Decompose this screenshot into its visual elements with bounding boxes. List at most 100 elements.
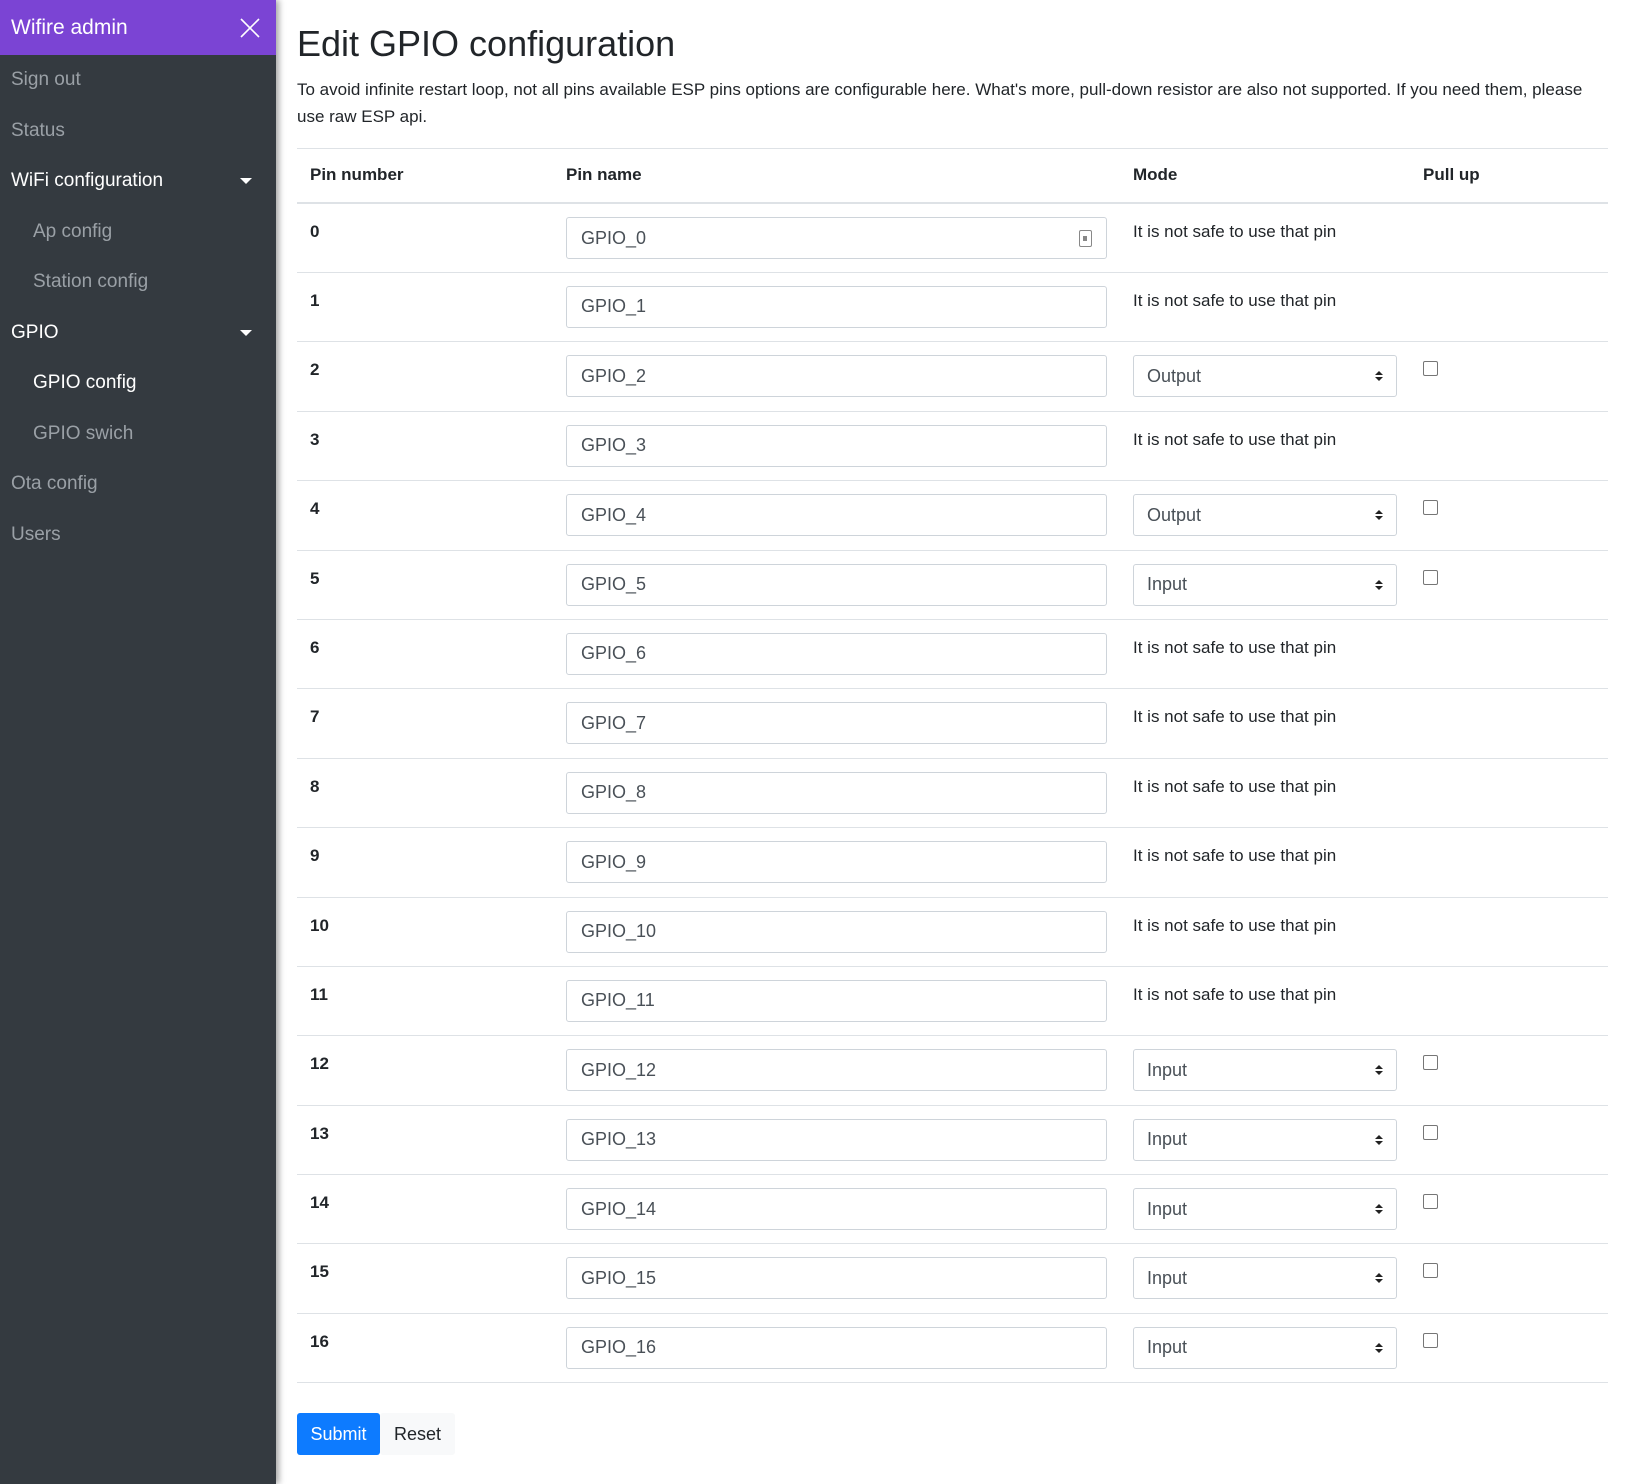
select-arrows-icon xyxy=(1375,510,1383,521)
sidebar-item-label: GPIO config xyxy=(33,372,137,394)
select-arrows-icon xyxy=(1375,371,1383,382)
mode-select[interactable]: Input xyxy=(1133,1118,1397,1161)
mode-select[interactable]: Output xyxy=(1133,355,1397,398)
pin-number-cell: 16 xyxy=(297,1313,553,1384)
table-row: 15 GPIO_15 Input xyxy=(297,1243,1608,1314)
pin-name-input[interactable]: GPIO_2 xyxy=(566,355,1107,398)
sidebar-item-gpio-config[interactable]: GPIO config xyxy=(0,358,276,409)
pin-number-cell: 0 xyxy=(297,203,553,273)
submit-button[interactable]: Submit xyxy=(297,1413,380,1456)
pull-up-cell xyxy=(1410,688,1608,759)
autofill-key-icon[interactable] xyxy=(1079,229,1092,247)
pin-name-cell: GPIO_5 xyxy=(553,550,1120,620)
pin-name-input[interactable]: GPIO_6 xyxy=(566,632,1107,675)
pin-name-input[interactable]: GPIO_13 xyxy=(566,1118,1107,1161)
pin-number-cell: 3 xyxy=(297,411,553,482)
table-row: 7 GPIO_7 It is not safe to use that pin xyxy=(297,688,1608,759)
pull-up-checkbox[interactable] xyxy=(1423,1194,1438,1210)
pin-name-cell: GPIO_7 xyxy=(553,688,1120,759)
pull-up-cell xyxy=(1410,550,1608,620)
mode-select[interactable]: Input xyxy=(1133,1326,1397,1369)
close-sidebar-button[interactable] xyxy=(236,14,264,42)
pin-name-cell: GPIO_1 xyxy=(553,272,1120,343)
pin-name-input[interactable]: GPIO_15 xyxy=(566,1257,1107,1300)
pin-name-input[interactable]: GPIO_9 xyxy=(566,841,1107,884)
pin-number-cell: 14 xyxy=(297,1174,553,1245)
pin-name-cell: GPIO_11 xyxy=(553,966,1120,1037)
pin-name-input[interactable]: GPIO_12 xyxy=(566,1049,1107,1092)
table-row: 10 GPIO_10 It is not safe to use that pin xyxy=(297,897,1608,967)
pin-number-cell: 10 xyxy=(297,897,553,967)
sidebar-item-users[interactable]: Users xyxy=(0,510,276,561)
pin-name-input[interactable]: GPIO_11 xyxy=(566,979,1107,1022)
pull-up-cell xyxy=(1410,272,1608,343)
table-header-row: Pin number Pin name Mode Pull up xyxy=(297,148,1608,205)
reset-button[interactable]: Reset xyxy=(380,1413,455,1456)
pin-name-input[interactable]: GPIO_3 xyxy=(566,424,1107,467)
pull-up-cell xyxy=(1410,619,1608,690)
mode-select[interactable]: Output xyxy=(1133,494,1397,537)
pin-name-cell: GPIO_14 xyxy=(553,1174,1120,1245)
pull-up-cell xyxy=(1410,480,1608,551)
pin-name-cell: GPIO_8 xyxy=(553,758,1120,829)
pin-name-cell: GPIO_9 xyxy=(553,827,1120,898)
pin-name-value: GPIO_13 xyxy=(581,1129,657,1150)
pin-name-input[interactable]: GPIO_1 xyxy=(566,285,1107,328)
sidebar-item-wifi-configuration[interactable]: WiFi configuration xyxy=(0,156,276,207)
pin-name-input[interactable]: GPIO_0 xyxy=(566,217,1107,260)
sidebar-item-label: Status xyxy=(11,119,65,141)
sidebar-item-gpio-swich[interactable]: GPIO swich xyxy=(0,409,276,460)
mode-select[interactable]: Input xyxy=(1133,1049,1397,1092)
intro-text: To avoid infinite restart loop, not all … xyxy=(297,79,1583,126)
select-arrows-icon xyxy=(1375,1065,1383,1076)
page-title: Edit GPIO configuration xyxy=(297,23,676,64)
pin-name-value: GPIO_6 xyxy=(581,643,647,664)
sidebar-item-ap-config[interactable]: Ap config xyxy=(0,207,276,258)
pull-up-checkbox[interactable] xyxy=(1423,361,1438,377)
sidebar-item-label: Ota config xyxy=(11,473,98,495)
pin-name-input[interactable]: GPIO_8 xyxy=(566,771,1107,814)
pull-up-checkbox[interactable] xyxy=(1423,1055,1438,1071)
pull-up-checkbox[interactable] xyxy=(1423,1124,1438,1140)
sidebar-item-ota-config[interactable]: Ota config xyxy=(0,459,276,510)
select-arrows-icon xyxy=(1375,1273,1383,1284)
sidebar-item-gpio[interactable]: GPIO xyxy=(0,308,276,359)
table-row: 16 GPIO_16 Input xyxy=(297,1313,1608,1384)
sidebar-item-station-config[interactable]: Station config xyxy=(0,257,276,308)
table-row: 13 GPIO_13 Input xyxy=(297,1105,1608,1176)
pull-up-checkbox[interactable] xyxy=(1423,1263,1438,1279)
pin-name-value: GPIO_15 xyxy=(581,1267,657,1288)
pull-up-checkbox[interactable] xyxy=(1423,1332,1438,1348)
pin-name-input[interactable]: GPIO_14 xyxy=(566,1188,1107,1231)
pin-name-value: GPIO_2 xyxy=(581,365,647,386)
pull-up-cell xyxy=(1410,341,1608,412)
mode-select[interactable]: Input xyxy=(1133,563,1397,606)
pin-name-input[interactable]: GPIO_10 xyxy=(566,910,1107,953)
pin-name-cell: GPIO_10 xyxy=(553,897,1120,967)
pin-name-value: GPIO_8 xyxy=(581,782,647,803)
pin-name-input[interactable]: GPIO_4 xyxy=(566,494,1107,537)
sidebar-item-label: Users xyxy=(11,523,61,545)
unsafe-pin-message: It is not safe to use that pin xyxy=(1120,619,1410,690)
mode-cell: Input xyxy=(1120,1035,1410,1106)
mode-select-value: Input xyxy=(1147,1337,1188,1358)
sidebar-item-label: Ap config xyxy=(33,220,113,242)
pin-name-input[interactable]: GPIO_7 xyxy=(566,702,1107,745)
sidebar-item-sign-out[interactable]: Sign out xyxy=(0,55,276,106)
mode-select-value: Output xyxy=(1147,504,1202,525)
mode-select[interactable]: Input xyxy=(1133,1188,1397,1231)
pull-up-cell xyxy=(1410,1105,1608,1176)
pin-name-input[interactable]: GPIO_5 xyxy=(566,563,1107,606)
sidebar-item-status[interactable]: Status xyxy=(0,106,276,157)
pin-name-input[interactable]: GPIO_16 xyxy=(566,1326,1107,1369)
brand-title: Wifire admin xyxy=(11,15,128,39)
caret-down-icon xyxy=(240,178,252,185)
mode-cell: Input xyxy=(1120,1243,1410,1314)
mode-cell: Output xyxy=(1120,480,1410,551)
pull-up-checkbox[interactable] xyxy=(1423,500,1438,516)
pull-up-checkbox[interactable] xyxy=(1423,569,1438,585)
table-row: 5 GPIO_5 Input xyxy=(297,550,1608,620)
mode-select[interactable]: Input xyxy=(1133,1257,1397,1300)
table-row: 0 GPIO_0 It is not safe to use that pin xyxy=(297,203,1608,273)
mode-cell: Input xyxy=(1120,1174,1410,1245)
